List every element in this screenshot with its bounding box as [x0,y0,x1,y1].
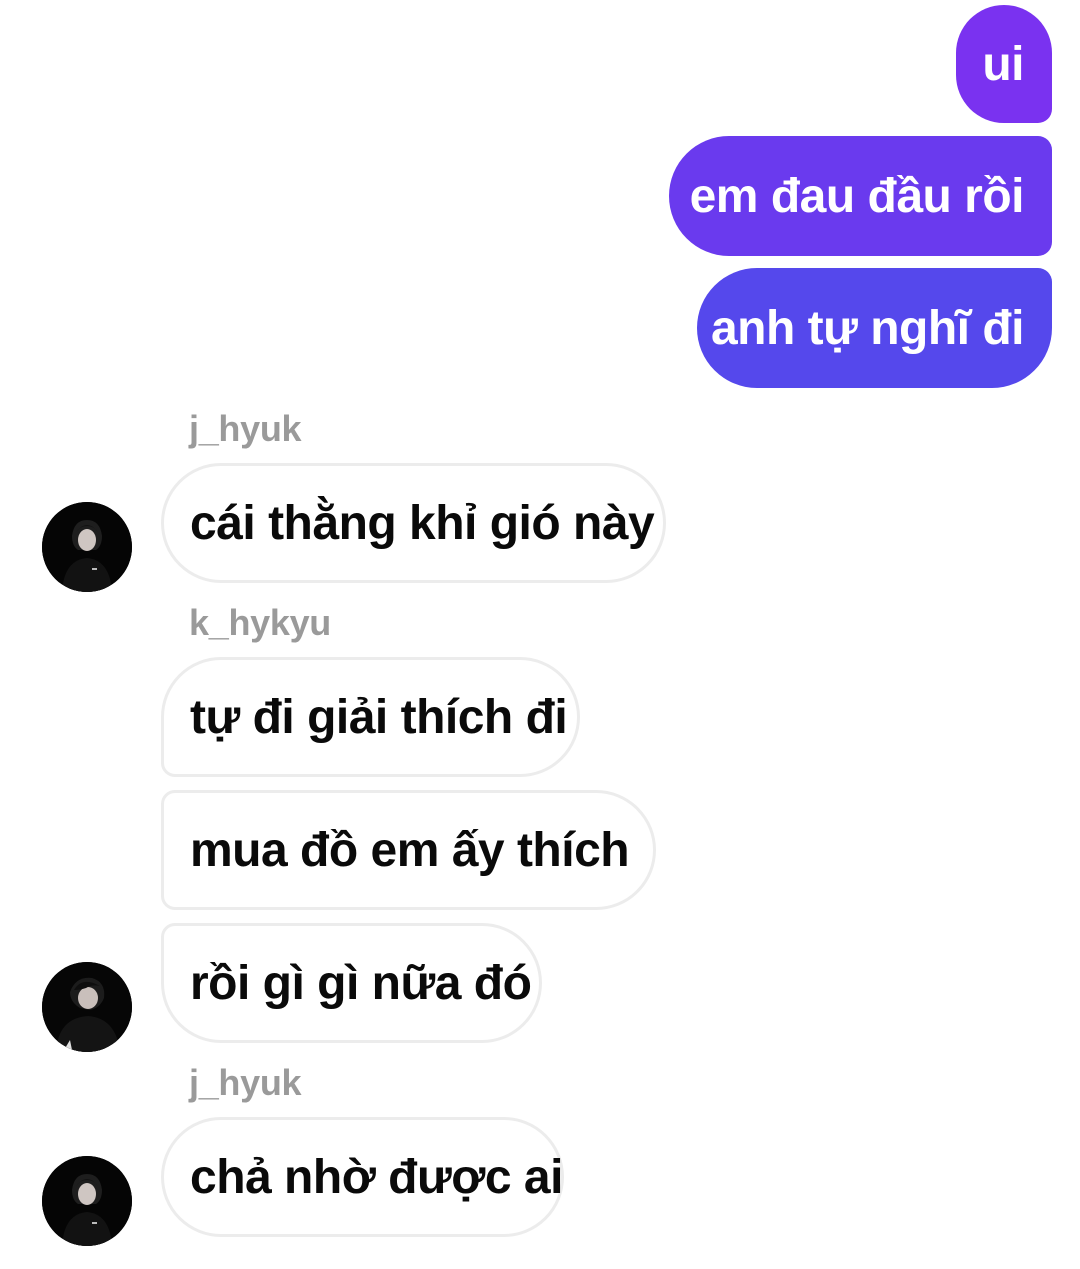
sender-name: j_hyuk [189,408,302,449]
outgoing-message-bubble[interactable]: anh tự nghĩ đi [697,268,1052,388]
message-text: em đau đầu rồi [689,169,1025,223]
message-text: anh tự nghĩ đi [710,301,1025,355]
message-text: chả nhờ được ai [190,1150,563,1204]
incoming-message-bubble[interactable]: mua đồ em ấy thích [161,790,656,910]
incoming-message-bubble[interactable]: cái thằng khỉ gió này [161,463,666,583]
message-text: cái thằng khỉ gió này [190,496,655,550]
sender-name: j_hyuk [189,1062,302,1103]
message-text: mua đồ em ấy thích [190,823,630,877]
sender-name: k_hykyu [189,602,331,643]
sender-avatar[interactable] [42,1156,132,1246]
profile-photo-icon [42,962,132,1052]
message-text: ui [982,37,1024,91]
outgoing-message-bubble[interactable]: ui [956,5,1052,123]
incoming-message-bubble[interactable]: rồi gì gì nữa đó [161,923,542,1043]
incoming-message-bubble[interactable]: tự đi giải thích đi [161,657,580,777]
outgoing-message-bubble[interactable]: em đau đầu rồi [669,136,1052,256]
profile-photo-icon [42,502,132,592]
profile-photo-icon [42,1156,132,1246]
sender-avatar[interactable] [42,962,132,1052]
message-text: rồi gì gì nữa đó [190,956,532,1010]
sender-avatar[interactable] [42,502,132,592]
incoming-message-bubble[interactable]: chả nhờ được ai [161,1117,564,1237]
message-text: tự đi giải thích đi [190,690,568,744]
